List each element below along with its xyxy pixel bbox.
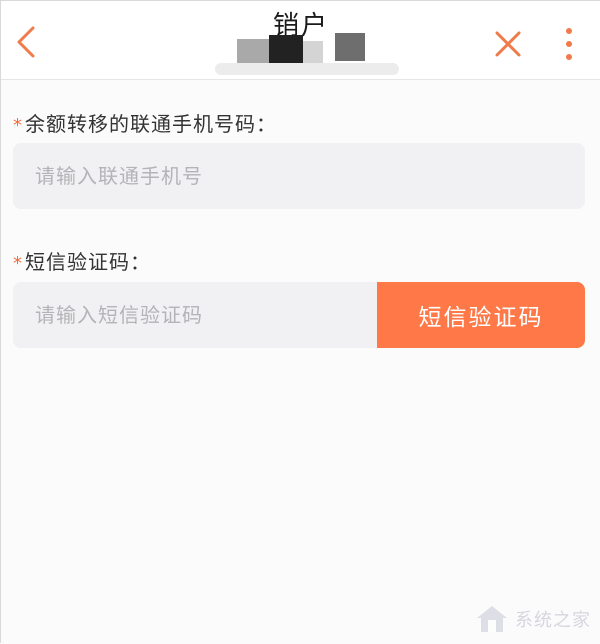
back-button[interactable]	[11, 25, 41, 59]
redacted-block	[269, 35, 303, 65]
phone-number-input[interactable]	[13, 143, 585, 209]
top-nav-bar: 销户	[1, 1, 600, 80]
more-vertical-icon	[566, 28, 572, 34]
phone-number-field	[13, 143, 585, 209]
get-sms-code-button[interactable]: 短信验证码	[377, 282, 585, 348]
redacted-block	[303, 41, 323, 63]
close-button[interactable]	[493, 29, 523, 59]
required-mark: *	[13, 253, 23, 274]
app-window: 销户 *余额转移的联通手机号码： *短信验证码：	[0, 0, 600, 644]
watermark: 系统之家	[475, 604, 591, 634]
phone-number-label-text: 余额转移的联通手机号码：	[25, 112, 277, 136]
redacted-block	[335, 33, 365, 61]
more-menu-button[interactable]	[559, 25, 579, 63]
sms-code-label-text: 短信验证码：	[25, 250, 151, 274]
chevron-left-icon	[17, 26, 35, 58]
close-icon	[495, 31, 521, 57]
redacted-block	[237, 39, 269, 65]
form-body: *余额转移的联通手机号码： *短信验证码： 短信验证码 系统之家	[1, 80, 600, 644]
sms-code-input[interactable]	[13, 282, 377, 348]
more-vertical-icon-dot	[566, 54, 572, 60]
house-logo-icon	[477, 606, 507, 632]
sms-code-field: 短信验证码	[13, 282, 585, 348]
required-mark: *	[13, 115, 23, 136]
phone-number-label: * 余额转移的联通手机号码：	[13, 108, 277, 137]
sms-code-label: * 短信验证码：	[13, 246, 151, 275]
redacted-block	[215, 63, 399, 75]
watermark-text: 系统之家	[515, 610, 591, 631]
more-vertical-icon-dot	[566, 41, 572, 47]
